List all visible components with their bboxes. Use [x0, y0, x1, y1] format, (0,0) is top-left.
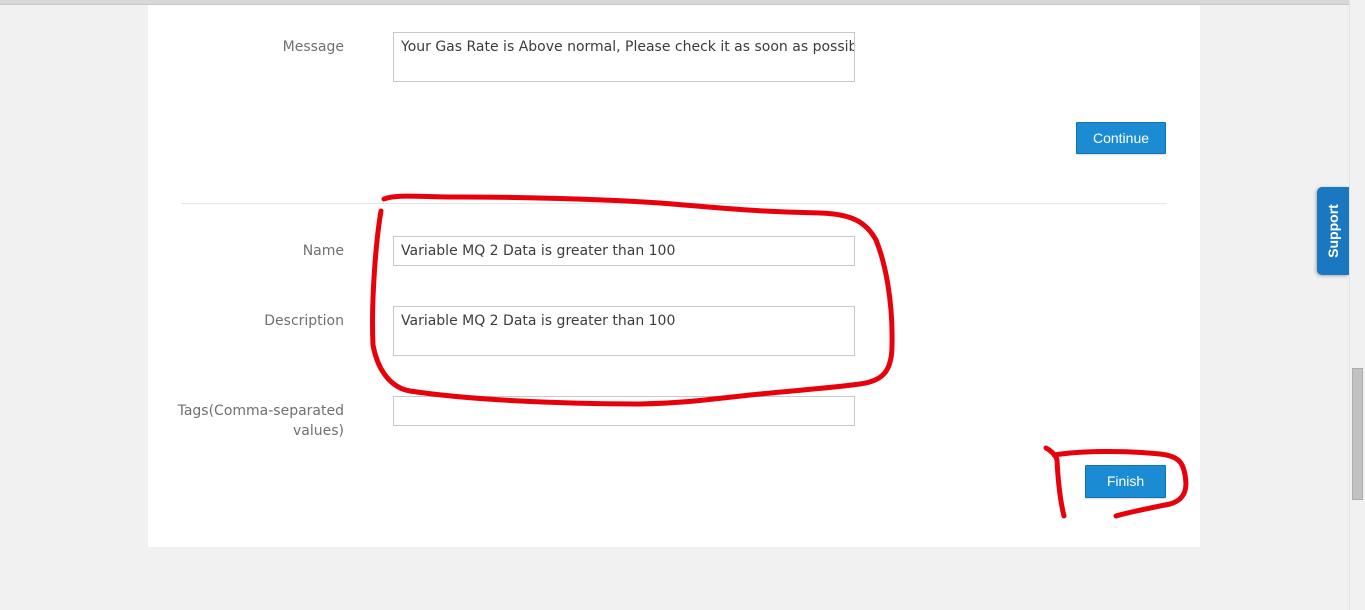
tags-label-line2: values): [293, 423, 344, 439]
description-textarea[interactable]: Variable MQ 2 Data is greater than 100: [393, 306, 855, 356]
tags-label-line1: Tags(Comma-separated: [177, 403, 344, 419]
support-tab[interactable]: Support: [1317, 187, 1349, 275]
name-label: Name: [302, 243, 344, 259]
message-label: Message: [282, 39, 344, 55]
support-tab-label: Support: [1325, 204, 1341, 258]
scrollbar-thumb[interactable]: [1352, 368, 1363, 500]
description-label: Description: [264, 313, 344, 329]
section-divider: [181, 203, 1167, 204]
rule-form-panel: Message Your Gas Rate is Above normal, P…: [148, 5, 1200, 547]
message-textarea[interactable]: Your Gas Rate is Above normal, Please ch…: [393, 32, 855, 82]
tags-input[interactable]: [393, 396, 855, 426]
page-scrollbar[interactable]: [1349, 0, 1365, 610]
name-input[interactable]: Variable MQ 2 Data is greater than 100: [393, 236, 855, 266]
finish-button[interactable]: Finish: [1085, 465, 1166, 498]
tags-label: Tags(Comma-separated values): [178, 401, 344, 441]
continue-button[interactable]: Continue: [1076, 122, 1166, 154]
